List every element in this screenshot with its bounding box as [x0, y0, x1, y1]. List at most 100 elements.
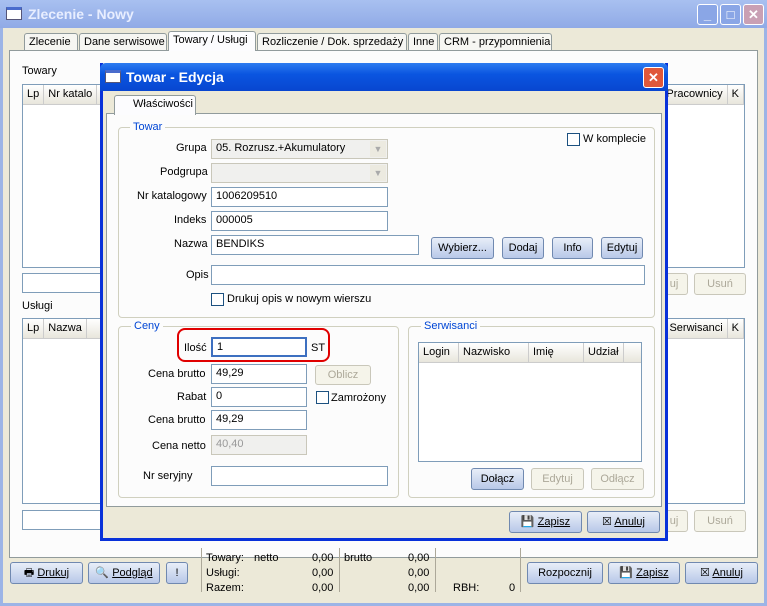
ceny-legend: Ceny [131, 320, 163, 332]
towary-sum-label: Towary: [206, 552, 244, 564]
floppy-icon: 💾 [520, 516, 538, 528]
razem-label: Razem: [206, 582, 244, 594]
w-komplecie-label: W komplecie [583, 133, 646, 145]
nr-katalogowy-input[interactable]: 1006209510 [211, 187, 388, 207]
window-title: Zlecenie - Nowy [28, 6, 134, 22]
ilosc-label: Ilość [184, 342, 207, 354]
chevron-down-icon[interactable]: ▼ [370, 141, 386, 157]
serwisanci-grid[interactable]: Login Nazwisko Imię Udział [418, 342, 642, 462]
edytuj-serwisant-button[interactable]: Edytuj [531, 468, 584, 490]
zamrozony-checkbox[interactable] [316, 391, 329, 404]
close-button[interactable]: ✕ [743, 4, 764, 25]
wybierz-button[interactable]: Wybierz... [431, 237, 494, 259]
towary-label: Towary [22, 65, 57, 77]
col-udzial[interactable]: Udział [584, 343, 624, 362]
tab-crm[interactable]: CRM - przypomnienia [439, 33, 552, 51]
cena-brutto-label: Cena brutto [148, 368, 206, 380]
razem-netto: 0,00 [312, 582, 334, 594]
nr-seryjny-label: Nr seryjny [143, 470, 193, 482]
odlacz-button[interactable]: Odłącz [591, 468, 644, 490]
brutto-label: brutto [344, 552, 373, 564]
netto-label: netto [254, 552, 279, 564]
exclamation-icon: ! [175, 567, 179, 579]
opis-label: Opis [186, 269, 209, 281]
rabat-input[interactable]: 0 [211, 387, 307, 407]
dialog-cancel-label: Anuluj [614, 516, 645, 528]
chevron-down-icon[interactable]: ▼ [370, 165, 386, 181]
nr-katalogowy-label: Nr katalogowy [137, 190, 207, 202]
uslugi-sum-label: Usługi: [206, 567, 240, 579]
divider [339, 548, 340, 592]
opis-input[interactable] [211, 265, 645, 285]
tab-dane-serwisowe[interactable]: Dane serwisowe [79, 33, 167, 51]
tab-towary-uslugi[interactable]: Towary / Usługi [168, 31, 256, 51]
rbh-label: RBH: [453, 582, 480, 594]
save-button[interactable]: 💾 Zapisz [608, 562, 680, 584]
dialog-title-bar: Towar - Edycja [100, 63, 668, 91]
col-nazwa[interactable]: Nazwa [44, 319, 87, 338]
col-nazwisko[interactable]: Nazwisko [459, 343, 529, 362]
nazwa-label: Nazwa [174, 238, 208, 250]
col-k[interactable]: K [728, 85, 744, 104]
cancel-label: Anuluj [712, 567, 743, 579]
zamrozony-label: Zamrożony [331, 392, 387, 404]
col-pracownicy[interactable]: Pracownicy [662, 85, 728, 104]
uslugi-netto: 0,00 [312, 567, 334, 579]
cena-netto-input: 40,40 [211, 435, 307, 455]
preview-button[interactable]: 🔍 Podgląd [88, 562, 160, 584]
maximize-button[interactable]: □ [720, 4, 741, 25]
edytuj-towar-button[interactable]: Edytuj [601, 237, 643, 259]
grupa-select[interactable]: 05. Rozrusz.+Akumulatory ▼ [211, 139, 388, 159]
divider [435, 548, 436, 592]
podgrupa-select[interactable]: ▼ [211, 163, 388, 183]
divider [520, 548, 521, 592]
info-towar-button[interactable]: Info [552, 237, 593, 259]
cena-brutto-input[interactable]: 49,29 [211, 364, 307, 384]
start-button[interactable]: Rozpocznij [527, 562, 603, 584]
uslugi-filter-input[interactable] [22, 510, 102, 530]
indeks-input[interactable]: 000005 [211, 211, 388, 231]
uslugi-brutto: 0,00 [408, 567, 430, 579]
nr-seryjny-input[interactable] [211, 466, 388, 486]
col-k[interactable]: K [728, 319, 744, 338]
dialog-close-button[interactable]: ✕ [643, 67, 664, 88]
dialog-save-button[interactable]: 💾 Zapisz [509, 511, 582, 533]
col-serwisanci[interactable]: Serwisanci [665, 319, 728, 338]
dialog-cancel-button[interactable]: ☒ Anuluj [587, 511, 660, 533]
nazwa-input[interactable]: BENDIKS [211, 235, 419, 255]
tab-inne[interactable]: Inne [408, 33, 438, 51]
ilosc-input[interactable]: 1 [211, 337, 307, 357]
drukuj-opis-checkbox[interactable] [211, 293, 224, 306]
dialog-title: Towar - Edycja [126, 69, 224, 85]
window-icon [6, 7, 22, 20]
w-komplecie-checkbox[interactable] [567, 133, 580, 146]
magnifier-icon: 🔍 [95, 567, 113, 579]
towar-legend: Towar [130, 121, 166, 133]
info-button[interactable]: ! [166, 562, 188, 584]
minimize-button[interactable]: _ [697, 4, 718, 25]
col-login[interactable]: Login [419, 343, 459, 362]
drukuj-opis-label: Drukuj opis w nowym wierszu [227, 293, 372, 305]
dodaj-button[interactable]: Dodaj [502, 237, 544, 259]
oblicz-button[interactable]: Oblicz [315, 365, 371, 385]
razem-brutto: 0,00 [408, 582, 430, 594]
towary-filter-input[interactable] [22, 273, 102, 293]
tab-zlecenie[interactable]: Zlecenie [24, 33, 78, 51]
floppy-icon: 💾 [619, 567, 637, 579]
col-nr-kat[interactable]: Nr katalo [44, 85, 98, 104]
uslugi-label: Usługi [22, 300, 53, 312]
towary-netto: 0,00 [312, 552, 334, 564]
col-imie[interactable]: Imię [529, 343, 584, 362]
dialog-save-label: Zapisz [537, 516, 571, 528]
tab-rozliczenie[interactable]: Rozliczenie / Dok. sprzedaży [257, 33, 407, 51]
dolacz-button[interactable]: Dołącz [471, 468, 524, 490]
print-button[interactable]: 🖶 Drukuj [10, 562, 83, 584]
cena-brutto-2-input[interactable]: 49,29 [211, 410, 307, 430]
uslugi-delete-button[interactable]: Usuń [694, 510, 746, 532]
col-lp[interactable]: Lp [23, 85, 45, 104]
tab-wlasciwosci[interactable]: Właściwości [114, 95, 196, 115]
col-lp[interactable]: Lp [23, 319, 45, 338]
cancel-button[interactable]: ☒ Anuluj [685, 562, 758, 584]
cena-brutto-2-label: Cena brutto [148, 414, 206, 426]
towary-delete-button[interactable]: Usuń [694, 273, 746, 295]
